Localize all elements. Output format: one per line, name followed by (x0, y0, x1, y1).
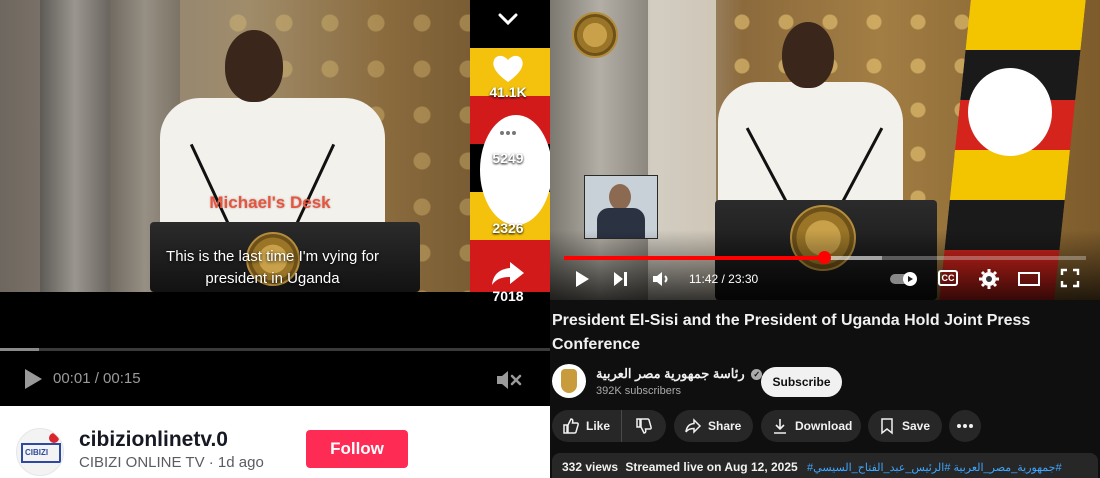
like-label: Like (586, 419, 611, 433)
mute-button[interactable] (495, 369, 523, 395)
save-label: Save (902, 419, 931, 433)
left-time: 00:01 / 00:15 (53, 370, 141, 387)
theater-button[interactable] (1017, 270, 1041, 293)
heart-icon (493, 55, 523, 82)
comment-action[interactable]: 5249 (486, 118, 530, 166)
share-icon (685, 418, 702, 434)
profile-bar: CIBIZI cibizionlinetv.0 CIBIZI ONLINE TV… (0, 406, 550, 478)
channel-subline: CIBIZI ONLINE TV · 1d ago (79, 454, 264, 471)
fullscreen-button[interactable] (1060, 268, 1080, 293)
caption-line: This is the last time I'm vying for (166, 248, 379, 265)
left-video-frame[interactable]: Michael's Desk This is the last time I'm… (0, 0, 550, 292)
autoplay-toggle[interactable] (889, 271, 919, 292)
channel-avatar[interactable]: CIBIZI (16, 428, 64, 476)
share-arrow-icon (492, 262, 524, 285)
scrubber-knob[interactable] (817, 251, 831, 264)
bookmark-icon (881, 418, 893, 435)
theater-mode-icon (1018, 272, 1040, 286)
volume-icon (653, 272, 668, 286)
download-button[interactable]: Download (761, 410, 861, 442)
left-progress-track[interactable] (0, 348, 550, 351)
channel-name[interactable]: رئاسة جمهورية مصر العربية ✓ (596, 366, 763, 382)
like-button[interactable]: Like (552, 410, 622, 442)
channel-name-text: رئاسة جمهورية مصر العربية (596, 366, 745, 381)
follow-button[interactable]: Follow (306, 430, 408, 468)
comment-count: 5249 (492, 150, 524, 166)
speaker-head (225, 30, 283, 102)
chevron-down-icon (498, 13, 518, 26)
share-label: Share (708, 419, 742, 433)
avatar-dot (49, 433, 59, 443)
next-button[interactable] (610, 268, 630, 295)
caption-line: president in Uganda (205, 270, 340, 287)
play-button[interactable] (22, 367, 44, 395)
right-time: 11:42 / 23:30 (689, 272, 759, 286)
speaker-body (718, 82, 903, 212)
share-action[interactable]: 7018 (486, 258, 530, 304)
fullscreen-icon (1060, 268, 1080, 288)
eagle-emblem (561, 369, 577, 393)
share-button[interactable]: Share (674, 410, 753, 442)
subscribe-button[interactable]: Subscribe (761, 367, 842, 397)
flag-emblem (968, 68, 1052, 156)
thumbs-down-icon (636, 418, 652, 434)
avatar-logo: CIBIZI (21, 443, 61, 463)
right-progress-bar[interactable] (564, 251, 1086, 264)
stream-date: Streamed live on Aug 12, 2025 (625, 460, 798, 474)
more-horizontal-icon (957, 424, 973, 428)
muted-speaker-icon (497, 371, 522, 389)
marble-column (40, 0, 110, 292)
split-screen: Michael's Desk This is the last time I'm… (0, 0, 1100, 478)
tiktok-panel: Michael's Desk This is the last time I'm… (0, 0, 550, 478)
channel-handle[interactable]: cibizionlinetv.0 (79, 428, 228, 452)
watermark-text: Michael's Desk (209, 193, 331, 212)
more-actions-button[interactable] (949, 410, 981, 442)
youtube-panel: 11:42 / 23:30 CC President El-Sisi and t… (550, 0, 1100, 478)
play-icon (25, 369, 42, 389)
bookmark-count: 2326 (492, 220, 524, 236)
like-dislike-group: Like (552, 410, 666, 442)
speaker-head (782, 22, 834, 88)
share-count: 7018 (492, 288, 524, 304)
right-video-frame[interactable]: 11:42 / 23:30 CC (550, 0, 1100, 300)
autoplay-toggle-icon (890, 272, 917, 286)
download-label: Download (795, 419, 853, 433)
collapse-button[interactable] (486, 6, 530, 32)
gear-icon (979, 269, 999, 289)
video-title: President El-Sisi and the President of U… (552, 312, 1031, 353)
video-caption: This is the last time I'm vying for pres… (145, 246, 400, 290)
like-action[interactable]: 41.1K (486, 52, 530, 100)
left-progress-fill (0, 348, 39, 351)
like-count: 41.1K (489, 84, 527, 100)
thumbs-up-icon (563, 418, 579, 434)
download-icon (774, 419, 786, 434)
play-icon (576, 271, 589, 287)
view-count: 332 views (562, 460, 619, 474)
bookmark-action[interactable]: 2326 (486, 188, 530, 236)
interpreter-head (609, 184, 631, 210)
settings-button[interactable] (978, 268, 1000, 295)
played-bar (564, 256, 824, 260)
save-button[interactable]: Save (868, 410, 942, 442)
egypt-emblem (572, 12, 618, 58)
channel-avatar[interactable] (552, 364, 586, 398)
subscriber-count: 392K subscribers (596, 385, 681, 397)
play-button[interactable] (572, 268, 592, 295)
bookmark-icon (499, 191, 517, 218)
hashtags[interactable]: #جمهورية_مصر_العربية #الرئيس_عبد_الفتاح_… (807, 462, 1062, 474)
description-box[interactable]: 332 views Streamed live on Aug 12, 2025 … (552, 453, 1098, 478)
dislike-button[interactable] (622, 410, 666, 442)
volume-button[interactable] (650, 268, 672, 295)
captions-button[interactable]: CC (938, 270, 958, 286)
comment-icon (494, 121, 522, 149)
skip-next-icon (614, 272, 627, 286)
